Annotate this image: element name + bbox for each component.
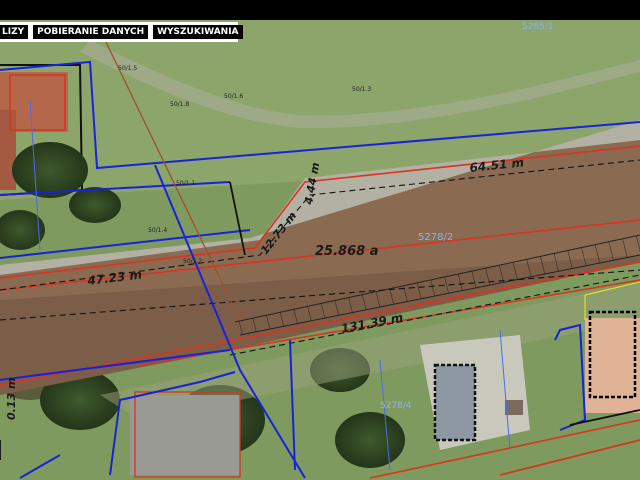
- parcel-number-top-right: 5285/1: [522, 22, 554, 32]
- area-label: 25.868 a: [315, 244, 378, 259]
- tree: [335, 412, 405, 468]
- tab-analizy[interactable]: LIZY: [0, 25, 29, 39]
- tree: [69, 187, 121, 223]
- point-label: 50/1.3: [352, 86, 371, 93]
- point-label: 50/1.2: [183, 258, 202, 265]
- point-label: 50/1.5: [118, 65, 137, 72]
- parcel-number-bottom: 5278/4: [380, 401, 412, 411]
- point-label: 50/1.4: [148, 227, 167, 234]
- house-right: [585, 318, 640, 413]
- orthophoto-map[interactable]: 25.868 a 64.51 m 47.23 m 131.39 m 12.73 …: [0, 20, 640, 480]
- parcel-number-main: 5278/2: [418, 232, 453, 243]
- top-bar: [0, 0, 640, 20]
- house-bottom-left: [130, 395, 240, 475]
- toolbar: LIZY POBIERANIE DANYCH WYSZUKIWANIA: [0, 22, 243, 42]
- tab-wyszukiwania[interactable]: WYSZUKIWANIA: [153, 25, 243, 39]
- building-bottom: [433, 363, 477, 442]
- point-label: 50/1.8: [170, 101, 189, 108]
- point-label: 50/1.1: [176, 180, 195, 187]
- garage: [505, 400, 523, 415]
- map-view[interactable]: 25.868 a 64.51 m 47.23 m 131.39 m 12.73 …: [0, 20, 640, 480]
- tree: [12, 142, 88, 198]
- point-label: 50/1.6: [224, 93, 243, 100]
- tab-pobieranie-danych[interactable]: POBIERANIE DANYCH: [33, 25, 149, 39]
- dim-far-left: 0.13 m: [5, 378, 18, 420]
